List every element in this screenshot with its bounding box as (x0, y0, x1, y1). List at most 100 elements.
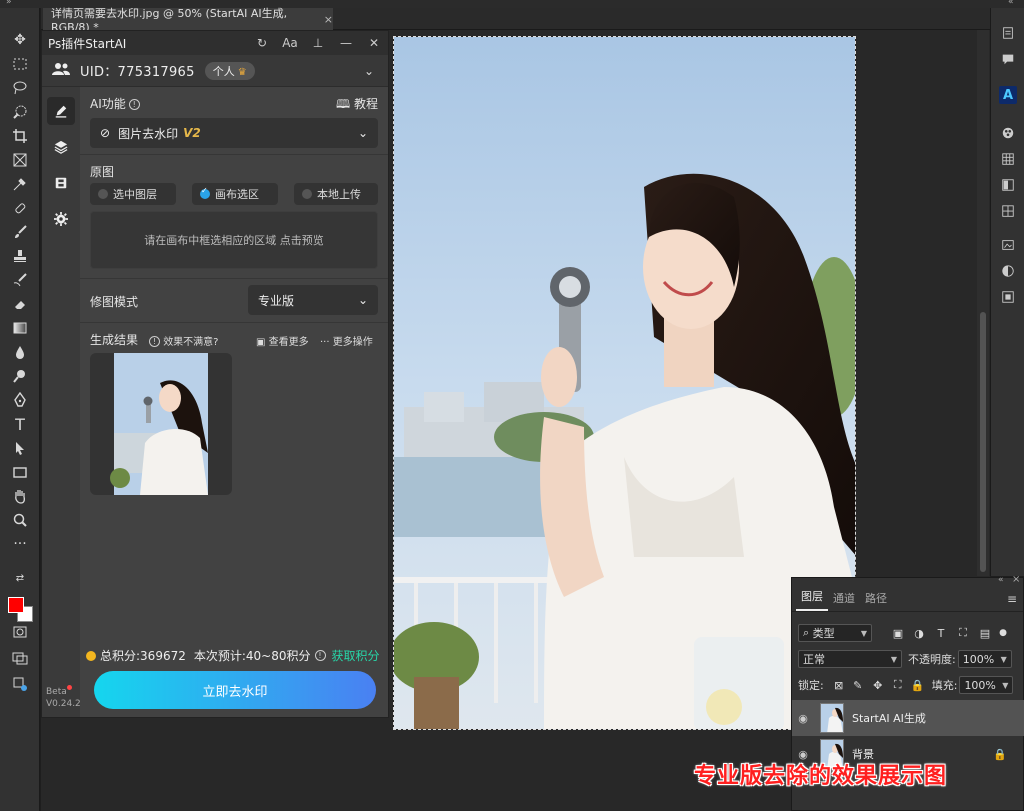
collapse-right-icon[interactable]: « (1008, 0, 1014, 7)
mode-select[interactable]: 专业版 ⌄ (248, 285, 378, 315)
nav-layers-button[interactable] (47, 133, 75, 161)
lock-pixels-icon[interactable]: ✎ (848, 679, 868, 692)
account-tier-badge: 个人 ♛ (204, 61, 255, 80)
tab-paths[interactable]: 路径 (860, 590, 892, 611)
blend-mode-select[interactable]: 正常 ▼ (798, 650, 902, 668)
pen-tool-icon[interactable] (8, 390, 32, 410)
nav-save-button[interactable] (47, 169, 75, 197)
visibility-eye-icon[interactable]: ◉ (792, 712, 814, 725)
frame-tool-icon[interactable] (8, 150, 32, 170)
blur-tool-icon[interactable] (8, 342, 32, 362)
eraser-tool-icon[interactable] (8, 294, 32, 314)
dodge-tool-icon[interactable] (8, 366, 32, 386)
gradients-panel-icon[interactable] (999, 176, 1017, 194)
result-thumbnail[interactable] (90, 353, 232, 495)
tab-channels[interactable]: 通道 (828, 590, 860, 611)
filter-pixel-icon[interactable]: ▣ (888, 627, 908, 640)
lock-transparent-icon[interactable]: ⊠ (830, 679, 848, 692)
close-panel-icon[interactable]: × (1012, 574, 1020, 585)
collapse-left-icon[interactable]: » (6, 0, 12, 7)
foreground-color-swatch[interactable] (8, 597, 24, 613)
tab-layers[interactable]: 图层 (796, 588, 828, 611)
quick-mask-icon[interactable] (8, 622, 32, 642)
remove-watermark-button[interactable]: 立即去水印 (94, 671, 376, 709)
patterns-panel-icon[interactable] (999, 202, 1017, 220)
font-size-button[interactable]: Aa (276, 36, 304, 50)
view-more-link[interactable]: ▣ 查看更多 (256, 333, 309, 348)
crop-tool-icon[interactable] (8, 126, 32, 146)
filter-smart-icon[interactable]: ▤ (974, 627, 996, 640)
eyedropper-tool-icon[interactable] (8, 174, 32, 194)
image-icon: ▣ (256, 337, 266, 348)
swatches-panel-icon[interactable] (999, 150, 1017, 168)
source-option-canvas-selection[interactable]: 画布选区 (192, 183, 278, 205)
users-icon (52, 62, 70, 79)
libraries-panel-icon[interactable] (999, 236, 1017, 254)
earn-points-link[interactable]: 获取积分 (332, 647, 380, 664)
quick-select-tool-icon[interactable] (8, 102, 32, 122)
history-panel-icon[interactable] (999, 24, 1017, 42)
pin-icon[interactable]: ⊥ (304, 36, 332, 50)
lasso-tool-icon[interactable] (8, 78, 32, 98)
close-icon[interactable]: ✕ (360, 36, 388, 50)
lock-artboard-icon[interactable]: ⛶ (888, 678, 908, 692)
brush-tool-icon[interactable] (8, 222, 32, 242)
adjustments-panel-icon[interactable] (999, 262, 1017, 280)
marquee-tool-icon[interactable] (8, 54, 32, 74)
comments-panel-icon[interactable] (999, 50, 1017, 68)
fill-input[interactable]: 100% ▼ (959, 676, 1014, 694)
document-tab-bar: 详情页需要去水印.jpg @ 50% (StartAI AI生成, RGB/8)… (41, 7, 990, 34)
user-bar[interactable]: UID：775317965 个人 ♛ ⌄ (42, 55, 388, 87)
more-tools-icon[interactable]: ··· (8, 534, 32, 554)
plugin-share-icon[interactable] (8, 674, 32, 694)
filter-type-icon[interactable]: T (930, 627, 952, 640)
properties-panel-icon[interactable] (999, 288, 1017, 306)
healing-brush-tool-icon[interactable] (8, 198, 32, 218)
zoom-tool-icon[interactable] (8, 510, 32, 530)
layer-item[interactable]: ◉ StartAI AI生成 (792, 700, 1024, 736)
feature-select[interactable]: ⊘ 图片去水印 V2 ⌄ (90, 118, 378, 148)
info-icon[interactable]: ! (314, 650, 326, 661)
nav-edit-button[interactable] (47, 97, 75, 125)
lock-all-icon[interactable]: 🔒 (908, 679, 928, 692)
info-icon[interactable]: ! (128, 99, 140, 110)
panel-menu-icon[interactable]: ≡ (1007, 592, 1017, 611)
startai-plugin-icon[interactable]: A (999, 86, 1017, 104)
hand-tool-icon[interactable] (8, 486, 32, 506)
opacity-input[interactable]: 100% ▼ (957, 650, 1012, 668)
canvas-vertical-scrollbar[interactable] (977, 30, 989, 576)
close-tab-icon[interactable]: × (324, 13, 333, 26)
unsatisfied-link[interactable]: ! 效果不满意? (146, 333, 219, 348)
gradient-tool-icon[interactable] (8, 318, 32, 338)
type-tool-icon[interactable]: T (8, 414, 32, 434)
screen-mode-icon[interactable] (8, 648, 32, 668)
refresh-icon[interactable]: ↻ (248, 36, 276, 50)
more-actions-link[interactable]: ··· 更多操作 (320, 333, 373, 348)
layer-filter-select[interactable]: ⌕ 类型 ▼ (798, 624, 872, 642)
lock-position-icon[interactable]: ✥ (868, 679, 888, 692)
mode-section: 修图模式 专业版 ⌄ (80, 279, 388, 323)
source-option-layer[interactable]: 选中图层 (90, 183, 176, 205)
tutorial-link[interactable]: 🕮 教程 (336, 95, 378, 116)
swap-colors-icon[interactable]: ⇄ (8, 571, 32, 585)
collapse-icon[interactable]: « (998, 575, 1004, 585)
canvas-image[interactable] (393, 36, 856, 730)
document-tab[interactable]: 详情页需要去水印.jpg @ 50% (StartAI AI生成, RGB/8)… (43, 7, 333, 34)
minimize-icon[interactable]: — (332, 36, 360, 50)
rectangle-tool-icon[interactable] (8, 462, 32, 482)
color-panel-icon[interactable] (999, 124, 1017, 142)
source-option-upload[interactable]: 本地上传 (294, 183, 378, 205)
stamp-tool-icon[interactable] (8, 246, 32, 266)
move-tool-icon[interactable]: ✥ (8, 30, 32, 50)
filter-toggle-icon[interactable]: ● (996, 628, 1010, 638)
path-select-tool-icon[interactable] (8, 438, 32, 458)
nav-settings-button[interactable] (47, 205, 75, 233)
history-brush-tool-icon[interactable] (8, 270, 32, 290)
chevron-down-icon[interactable]: ⌄ (364, 64, 374, 78)
filter-adjustment-icon[interactable]: ◑ (908, 627, 930, 640)
scrollbar-thumb[interactable] (980, 312, 986, 572)
selection-hint-box[interactable]: 请在画布中框选相应的区域 点击预览 (90, 211, 378, 269)
filter-shape-icon[interactable]: ⛶ (952, 626, 974, 640)
points-line: 总积分:369672 本次预计:40~80积分 ! 获取积分 (86, 647, 380, 664)
ai-function-label: AI功能! (90, 95, 140, 112)
